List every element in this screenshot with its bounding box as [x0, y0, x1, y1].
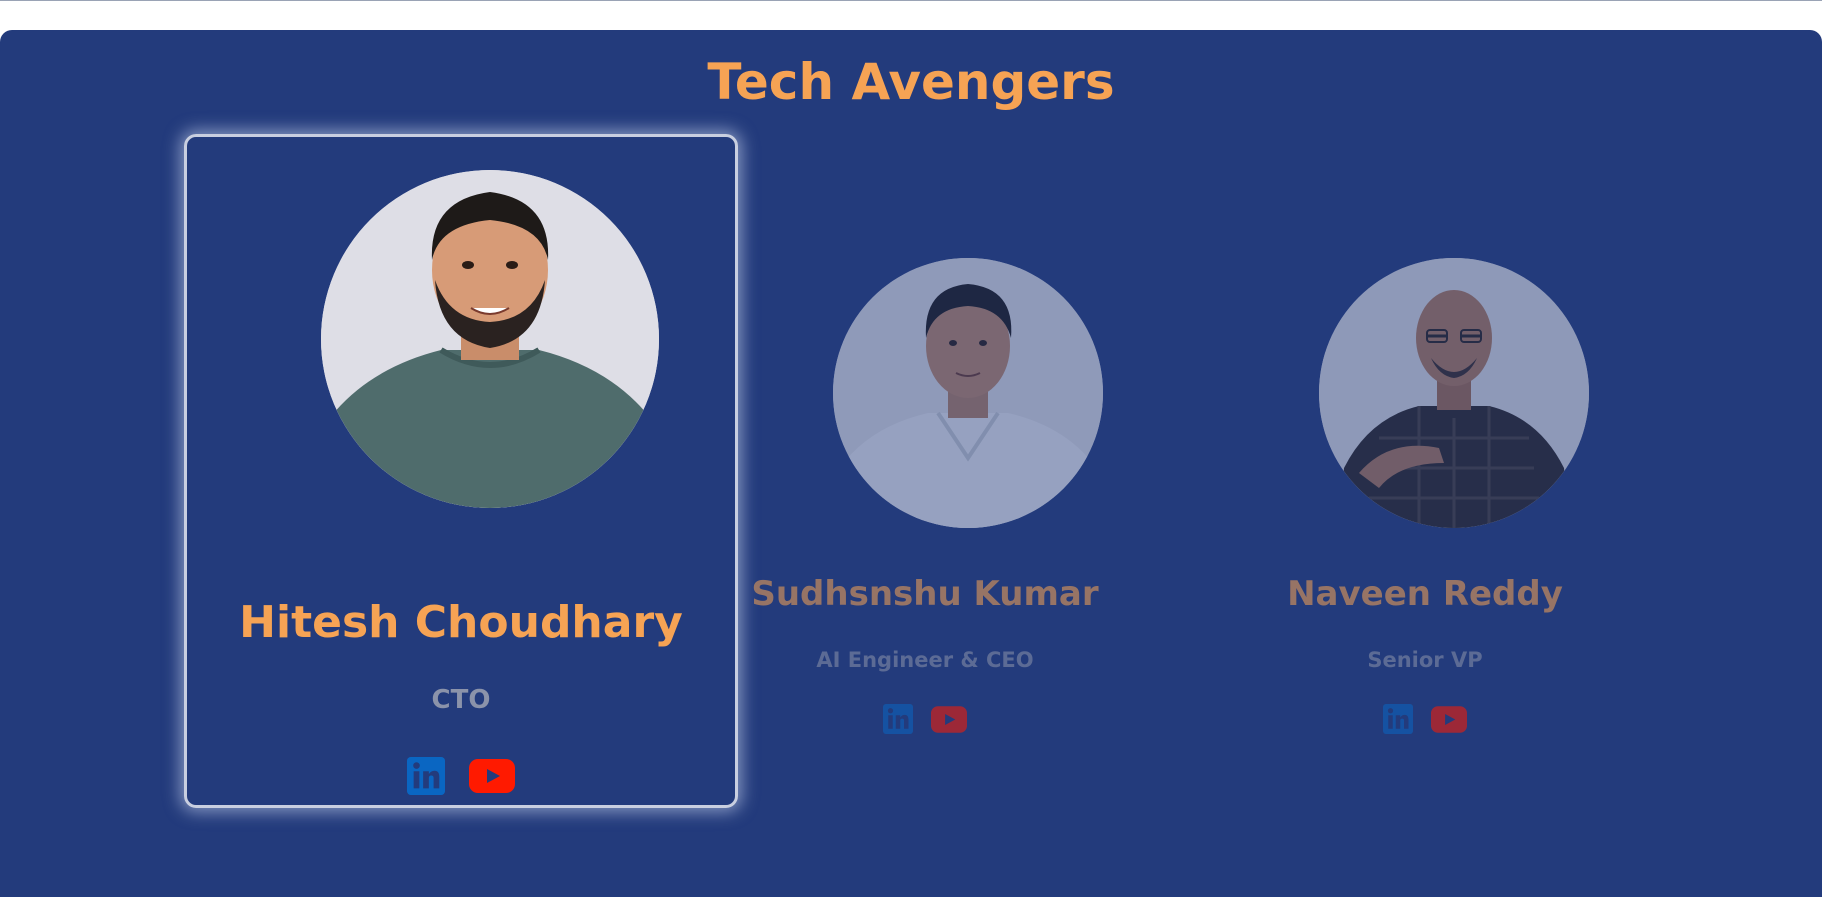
team-card-naveen[interactable]: Naveen Reddy Senior VP — [1232, 196, 1632, 756]
social-links — [1225, 704, 1625, 734]
avatar — [1319, 258, 1589, 528]
member-name: Hitesh Choudhary — [239, 597, 683, 648]
team-card-sudhsnshu[interactable]: Sudhsnshu Kumar AI Engineer & CEO — [745, 196, 1145, 756]
member-role: AI Engineer & CEO — [816, 648, 1034, 672]
avatar — [321, 170, 659, 508]
avatar — [833, 258, 1103, 528]
linkedin-icon[interactable] — [1383, 704, 1413, 734]
member-name: Naveen Reddy — [1287, 574, 1563, 614]
social-links — [187, 757, 735, 795]
youtube-icon[interactable] — [1431, 705, 1467, 733]
member-role: CTO — [431, 685, 491, 715]
team-section: Tech Avengers Hitesh Choudhary CTO Sudhs… — [0, 30, 1822, 897]
social-links — [725, 704, 1125, 734]
youtube-icon[interactable] — [469, 759, 515, 793]
linkedin-icon[interactable] — [407, 757, 445, 795]
member-role: Senior VP — [1367, 648, 1483, 672]
top-divider — [0, 0, 1822, 1]
member-name: Sudhsnshu Kumar — [751, 574, 1099, 614]
linkedin-icon[interactable] — [883, 704, 913, 734]
youtube-icon[interactable] — [931, 705, 967, 733]
team-card-hitesh[interactable]: Hitesh Choudhary CTO — [184, 134, 738, 808]
section-title: Tech Avengers — [707, 53, 1115, 111]
